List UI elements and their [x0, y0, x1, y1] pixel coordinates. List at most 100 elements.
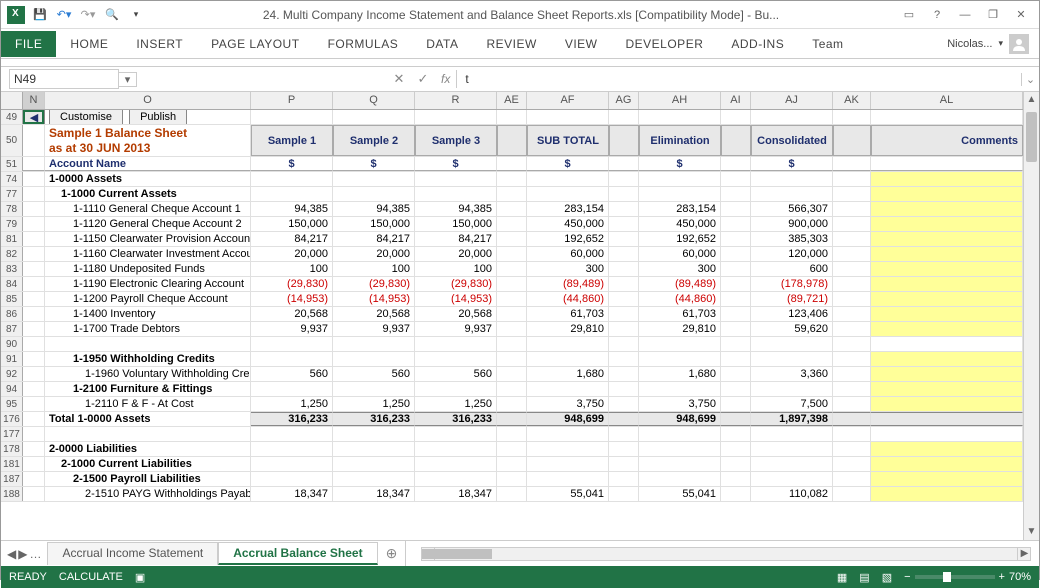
ribbon-tab-developer[interactable]: DEVELOPER: [612, 31, 718, 57]
data-cell[interactable]: [527, 427, 609, 441]
data-cell[interactable]: [333, 172, 415, 186]
scroll-up-icon[interactable]: ▲: [1024, 92, 1039, 108]
data-cell[interactable]: [251, 427, 333, 441]
data-cell[interactable]: [333, 337, 415, 351]
row-header[interactable]: 94: [1, 382, 23, 396]
data-cell[interactable]: [527, 442, 609, 456]
data-cell[interactable]: 9,937: [415, 322, 497, 336]
user-dropdown-icon[interactable]: ▾: [998, 38, 1003, 49]
row-header[interactable]: 187: [1, 472, 23, 486]
comment-cell[interactable]: [871, 322, 1023, 336]
ribbon-tab-add-ins[interactable]: ADD-INS: [717, 31, 798, 57]
data-cell[interactable]: 316,233: [251, 412, 333, 426]
help-icon[interactable]: ?: [923, 4, 951, 26]
row-header[interactable]: 81: [1, 232, 23, 246]
row-header[interactable]: 74: [1, 172, 23, 186]
data-cell[interactable]: [415, 382, 497, 396]
data-cell[interactable]: 84,217: [251, 232, 333, 246]
row-header[interactable]: 49: [1, 110, 23, 124]
col-header-AE[interactable]: AE: [497, 92, 527, 109]
data-cell[interactable]: [415, 457, 497, 471]
data-cell[interactable]: [639, 337, 721, 351]
data-cell[interactable]: (14,953): [251, 292, 333, 306]
add-sheet-icon[interactable]: ⊕: [378, 545, 406, 562]
data-cell[interactable]: 61,703: [527, 307, 609, 321]
data-cell[interactable]: [333, 352, 415, 366]
data-cell[interactable]: [251, 337, 333, 351]
data-cell[interactable]: 192,652: [639, 232, 721, 246]
zoom-out-icon[interactable]: −: [904, 571, 910, 583]
data-cell[interactable]: [333, 427, 415, 441]
sheet-tab[interactable]: Accrual Balance Sheet: [218, 542, 377, 565]
scroll-down-icon[interactable]: ▼: [1024, 524, 1039, 540]
sheet-tab[interactable]: Accrual Income Statement: [47, 542, 218, 565]
avatar-icon[interactable]: [1009, 34, 1029, 54]
comment-cell[interactable]: [871, 247, 1023, 261]
comment-cell[interactable]: [871, 382, 1023, 396]
data-cell[interactable]: [751, 442, 833, 456]
data-cell[interactable]: [751, 352, 833, 366]
data-cell[interactable]: 18,347: [415, 487, 497, 501]
data-cell[interactable]: (14,953): [333, 292, 415, 306]
data-cell[interactable]: 61,703: [639, 307, 721, 321]
data-cell[interactable]: 150,000: [415, 217, 497, 231]
data-cell[interactable]: 450,000: [527, 217, 609, 231]
data-cell[interactable]: 7,500: [751, 397, 833, 411]
minimize-icon[interactable]: —: [951, 4, 979, 26]
ribbon-tab-formulas[interactable]: FORMULAS: [314, 31, 413, 57]
select-all[interactable]: [1, 92, 23, 109]
row-header[interactable]: 181: [1, 457, 23, 471]
data-cell[interactable]: 55,041: [639, 487, 721, 501]
data-cell[interactable]: 1,680: [527, 367, 609, 381]
data-cell[interactable]: [751, 457, 833, 471]
data-cell[interactable]: [415, 472, 497, 486]
col-header-AK[interactable]: AK: [833, 92, 871, 109]
data-cell[interactable]: [527, 457, 609, 471]
comment-cell[interactable]: [871, 172, 1023, 186]
data-cell[interactable]: [639, 442, 721, 456]
row-header[interactable]: 50: [1, 125, 23, 156]
data-cell[interactable]: [333, 382, 415, 396]
comment-cell[interactable]: [871, 187, 1023, 201]
data-cell[interactable]: [639, 172, 721, 186]
data-cell[interactable]: [639, 352, 721, 366]
data-cell[interactable]: 316,233: [415, 412, 497, 426]
data-cell[interactable]: 120,000: [751, 247, 833, 261]
zoom-in-icon[interactable]: +: [999, 571, 1005, 583]
data-cell[interactable]: (14,953): [415, 292, 497, 306]
row-header[interactable]: 82: [1, 247, 23, 261]
data-cell[interactable]: [527, 337, 609, 351]
sheet-nav-prev-icon[interactable]: ◀: [7, 547, 16, 561]
redo-icon[interactable]: ↷▾: [77, 4, 99, 26]
comment-cell[interactable]: [871, 217, 1023, 231]
data-cell[interactable]: 560: [251, 367, 333, 381]
row-header[interactable]: 90: [1, 337, 23, 351]
data-cell[interactable]: 3,750: [527, 397, 609, 411]
data-cell[interactable]: [751, 337, 833, 351]
data-cell[interactable]: 9,937: [333, 322, 415, 336]
ribbon-tab-view[interactable]: VIEW: [551, 31, 612, 57]
data-cell[interactable]: 948,699: [639, 412, 721, 426]
data-cell[interactable]: [527, 352, 609, 366]
formula-input[interactable]: t: [456, 70, 1021, 88]
cancel-formula-icon[interactable]: ✕: [387, 71, 411, 87]
comment-cell[interactable]: [871, 367, 1023, 381]
comment-cell[interactable]: [871, 457, 1023, 471]
publish-button[interactable]: Publish: [129, 110, 187, 124]
comment-cell[interactable]: [871, 307, 1023, 321]
row-header[interactable]: 77: [1, 187, 23, 201]
data-cell[interactable]: 1,250: [251, 397, 333, 411]
data-cell[interactable]: 948,699: [527, 412, 609, 426]
data-cell[interactable]: [639, 472, 721, 486]
vscroll-thumb[interactable]: [1026, 112, 1037, 162]
data-cell[interactable]: [251, 172, 333, 186]
data-cell[interactable]: 560: [333, 367, 415, 381]
nav-arrow[interactable]: ◀: [23, 110, 45, 124]
row-header[interactable]: 79: [1, 217, 23, 231]
name-box[interactable]: N49: [9, 69, 119, 89]
data-cell[interactable]: 300: [639, 262, 721, 276]
data-cell[interactable]: 900,000: [751, 217, 833, 231]
data-cell[interactable]: [751, 472, 833, 486]
data-cell[interactable]: (89,721): [751, 292, 833, 306]
accept-formula-icon[interactable]: ✓: [411, 71, 435, 87]
